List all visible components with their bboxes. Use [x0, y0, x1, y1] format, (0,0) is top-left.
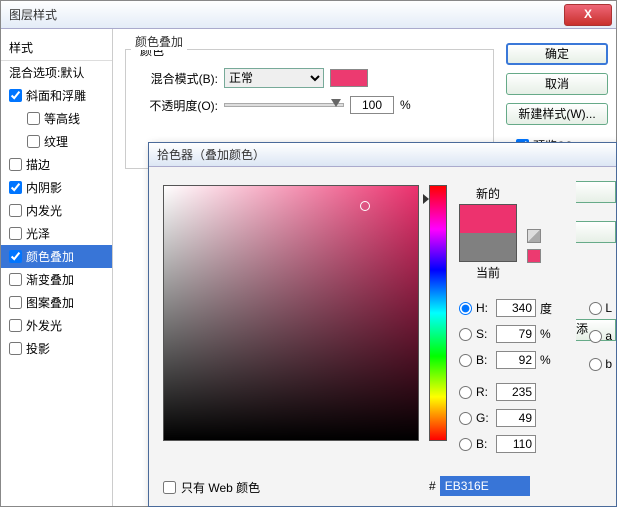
lab-fields: L a b [589, 297, 612, 375]
style-item[interactable]: 外发光 [1, 314, 112, 337]
input-bb[interactable] [496, 435, 536, 453]
opacity-slider[interactable] [224, 103, 344, 107]
blend-options-item[interactable]: 混合选项:默认 [1, 61, 112, 84]
style-item[interactable]: 斜面和浮雕 [1, 84, 112, 107]
row-s: S: % [459, 323, 554, 345]
style-label: 渐变叠加 [26, 271, 74, 288]
color-fields: H: 度 S: % B: % R: G: B: [459, 297, 554, 459]
style-item[interactable]: 光泽 [1, 222, 112, 245]
style-label: 纹理 [44, 133, 68, 150]
input-s[interactable] [496, 325, 536, 343]
input-b[interactable] [496, 351, 536, 369]
style-checkbox[interactable] [9, 227, 22, 240]
new-color-swatch[interactable] [460, 205, 516, 233]
style-checkbox[interactable] [9, 273, 22, 286]
style-item[interactable]: 等高线 [1, 107, 112, 130]
style-item[interactable]: 渐变叠加 [1, 268, 112, 291]
style-label: 描边 [26, 156, 50, 173]
style-checkbox[interactable] [9, 319, 22, 332]
style-checkbox[interactable] [27, 112, 40, 125]
row-r: R: [459, 381, 554, 403]
overlay-color-swatch[interactable] [330, 69, 368, 87]
saturation-value-field[interactable] [163, 185, 419, 441]
style-checkbox[interactable] [9, 342, 22, 355]
row-g: G: [459, 407, 554, 429]
style-item[interactable]: 颜色叠加 [1, 245, 112, 268]
ok-button[interactable]: 确定 [506, 43, 608, 65]
new-style-button[interactable]: 新建样式(W)... [506, 103, 608, 125]
hue-pointer-icon [423, 194, 429, 204]
style-label: 图案叠加 [26, 294, 74, 311]
style-item[interactable]: 内阴影 [1, 176, 112, 199]
input-r[interactable] [496, 383, 536, 401]
radio-l[interactable] [589, 302, 602, 315]
radio-bb[interactable] [459, 438, 472, 451]
style-checkbox[interactable] [9, 181, 22, 194]
websafe-swatch-icon[interactable] [527, 249, 541, 263]
style-checkbox[interactable] [9, 296, 22, 309]
styles-header: 样式 [1, 35, 112, 61]
blend-mode-select[interactable]: 正常 [224, 68, 324, 88]
sv-cursor-icon [360, 201, 370, 211]
hex-input[interactable] [440, 476, 530, 496]
opacity-input[interactable] [350, 96, 394, 114]
style-label: 内阴影 [26, 179, 62, 196]
style-checkbox[interactable] [9, 250, 22, 263]
web-only-checkbox[interactable] [163, 481, 176, 494]
styles-list: 样式 混合选项:默认 斜面和浮雕等高线纹理描边内阴影内发光光泽颜色叠加渐变叠加图… [1, 29, 113, 506]
new-label: 新的 [459, 185, 517, 202]
picker-ok-button[interactable] [576, 181, 616, 203]
style-label: 投影 [26, 340, 50, 357]
radio-r[interactable] [459, 386, 472, 399]
hex-row: # [429, 476, 530, 496]
current-label: 当前 [459, 264, 517, 281]
style-label: 等高线 [44, 110, 80, 127]
style-label: 外发光 [26, 317, 62, 334]
window-title: 图层样式 [1, 6, 57, 23]
color-picker-dialog: 拾色器（叠加颜色） 新的 当前 添 H: 度 [148, 142, 617, 507]
style-item[interactable]: 描边 [1, 153, 112, 176]
cancel-button[interactable]: 取消 [506, 73, 608, 95]
blend-mode-label: 混合模式(B): [138, 70, 218, 87]
style-item[interactable]: 纹理 [1, 130, 112, 153]
titlebar: 图层样式 X [1, 1, 616, 29]
radio-a[interactable] [589, 330, 602, 343]
cube-icon[interactable] [527, 229, 541, 243]
style-item[interactable]: 图案叠加 [1, 291, 112, 314]
style-checkbox[interactable] [27, 135, 40, 148]
style-item[interactable]: 内发光 [1, 199, 112, 222]
hash-label: # [429, 479, 436, 493]
row-bb: B: [459, 433, 554, 455]
style-label: 斜面和浮雕 [26, 87, 86, 104]
opacity-unit: % [400, 98, 411, 112]
picker-cancel-button[interactable] [576, 221, 616, 243]
style-label: 内发光 [26, 202, 62, 219]
row-b: B: % [459, 349, 554, 371]
radio-lab-b[interactable] [589, 358, 602, 371]
picker-title: 拾色器（叠加颜色） [149, 143, 616, 167]
radio-b[interactable] [459, 354, 472, 367]
close-button[interactable]: X [564, 4, 612, 26]
radio-s[interactable] [459, 328, 472, 341]
opacity-label: 不透明度(O): [138, 97, 218, 114]
radio-h[interactable] [459, 302, 472, 315]
style-checkbox[interactable] [9, 158, 22, 171]
style-checkbox[interactable] [9, 204, 22, 217]
current-color-swatch[interactable] [460, 233, 516, 261]
style-checkbox[interactable] [9, 89, 22, 102]
color-preview: 新的 当前 [459, 185, 517, 281]
style-label: 光泽 [26, 225, 50, 242]
style-label: 颜色叠加 [26, 248, 74, 265]
input-h[interactable] [496, 299, 536, 317]
panel-title: 颜色叠加 [131, 33, 187, 50]
hue-slider[interactable] [429, 185, 447, 441]
web-only-checkbox-row[interactable]: 只有 Web 颜色 [163, 479, 260, 496]
radio-g[interactable] [459, 412, 472, 425]
style-item[interactable]: 投影 [1, 337, 112, 360]
row-h: H: 度 [459, 297, 554, 319]
input-g[interactable] [496, 409, 536, 427]
